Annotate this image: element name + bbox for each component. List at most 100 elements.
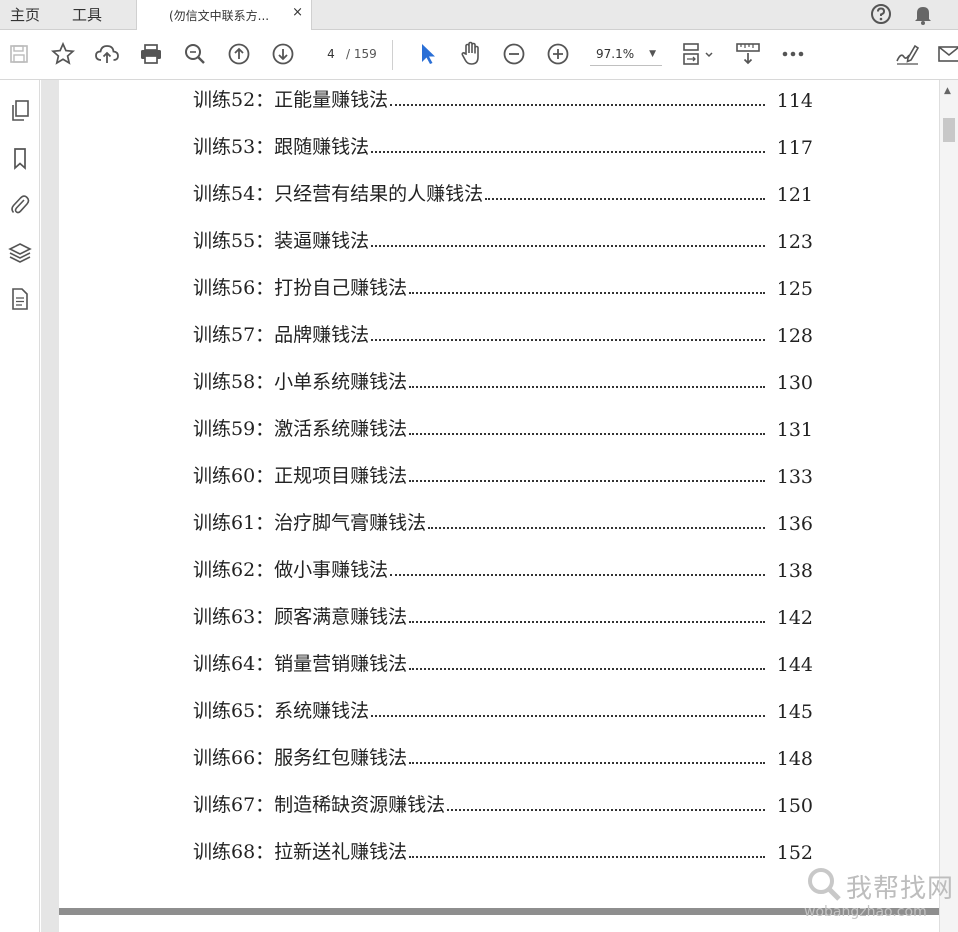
toc-entry[interactable]: 训练62：做小事赚钱法 138 bbox=[193, 556, 813, 582]
pdf-page: 训练52：正能量赚钱法 114 训练53：跟随赚钱法 117 训练54：只经营有结果的人… bbox=[59, 80, 939, 908]
toc-dot-leader bbox=[371, 150, 765, 153]
toc-dot-leader bbox=[371, 244, 765, 247]
toc-entry-page-number: 117 bbox=[776, 137, 813, 159]
toc-entry-title: 训练55：装逼赚钱法 bbox=[193, 230, 370, 252]
toc-entry-page-number: 121 bbox=[776, 184, 813, 206]
document-tab-title: (勿信文中联系方... bbox=[169, 9, 270, 23]
toc-dot-leader bbox=[409, 385, 765, 388]
document-properties-icon[interactable] bbox=[7, 286, 33, 312]
toc-entry-page-number: 133 bbox=[776, 466, 813, 488]
toc-entry-title: 训练62：做小事赚钱法 bbox=[193, 559, 389, 581]
scroll-up-icon[interactable]: ▲ bbox=[944, 86, 951, 96]
chevron-down-icon: ▼ bbox=[649, 49, 656, 59]
magnifier-logo-icon bbox=[804, 864, 844, 908]
attachments-icon[interactable] bbox=[7, 192, 33, 218]
toc-dot-leader bbox=[409, 479, 765, 482]
sign-icon[interactable] bbox=[894, 41, 920, 67]
toc-dot-leader bbox=[447, 808, 765, 811]
measure-icon[interactable] bbox=[735, 41, 761, 67]
hand-tool-icon[interactable] bbox=[458, 41, 484, 67]
toc-entry-title: 训练56：打扮自己赚钱法 bbox=[193, 277, 408, 299]
site-watermark: 我帮找网 wobangzhao.com bbox=[798, 862, 958, 932]
toc-entry[interactable]: 训练56：打扮自己赚钱法 125 bbox=[193, 274, 813, 300]
watermark-url: wobangzhao.com bbox=[804, 904, 927, 920]
bookmark-star-icon[interactable] bbox=[50, 41, 76, 67]
pages-thumbnail-icon[interactable] bbox=[7, 98, 33, 124]
tab-bar: 主页 工具 (勿信文中联系方... × bbox=[0, 0, 958, 30]
toc-entry-page-number: 130 bbox=[776, 372, 813, 394]
select-cursor-icon[interactable] bbox=[414, 41, 440, 67]
toc-entry-title: 训练65：系统赚钱法 bbox=[193, 700, 370, 722]
toc-dot-leader bbox=[390, 573, 765, 576]
toc-entry-page-number: 150 bbox=[776, 795, 813, 817]
upload-cloud-icon[interactable] bbox=[94, 41, 120, 67]
toc-dot-leader bbox=[371, 338, 765, 341]
toc-entry[interactable]: 训练59：激活系统赚钱法 131 bbox=[193, 415, 813, 441]
toc-entry-page-number: 144 bbox=[776, 654, 813, 676]
toc-dot-leader bbox=[390, 103, 765, 106]
zoom-in-icon[interactable] bbox=[545, 41, 571, 67]
toc-entry-page-number: 128 bbox=[776, 325, 813, 347]
scrollbar-thumb[interactable] bbox=[943, 118, 955, 142]
watermark-text: 我帮找网 bbox=[846, 874, 955, 904]
toc-dot-leader bbox=[409, 761, 765, 764]
toc-entry-title: 训练59：激活系统赚钱法 bbox=[193, 418, 408, 440]
document-tab[interactable]: (勿信文中联系方... × bbox=[136, 0, 312, 30]
tools-tab[interactable]: 工具 bbox=[72, 4, 102, 25]
toc-entry-title: 训练68：拉新送礼赚钱法 bbox=[193, 841, 408, 863]
mail-icon[interactable] bbox=[936, 41, 958, 67]
toc-entry-title: 训练64：销量营销赚钱法 bbox=[193, 653, 408, 675]
toc-entry[interactable]: 训练64：销量营销赚钱法 144 bbox=[193, 650, 813, 676]
toc-entry-page-number: 138 bbox=[776, 560, 813, 582]
toc-entry[interactable]: 训练61：治疗脚气膏赚钱法 136 bbox=[193, 509, 813, 535]
current-page-input[interactable]: 4 bbox=[318, 43, 344, 65]
toc-entry[interactable]: 训练58：小单系统赚钱法 130 bbox=[193, 368, 813, 394]
toc-entry[interactable]: 训练63：顾客满意赚钱法 142 bbox=[193, 603, 813, 629]
page-down-icon[interactable] bbox=[270, 41, 296, 67]
layers-icon[interactable] bbox=[7, 240, 33, 266]
zoom-level-select[interactable]: 97.1% ▼ bbox=[590, 43, 662, 66]
toc-entry[interactable]: 训练52：正能量赚钱法 114 bbox=[193, 86, 813, 112]
more-icon[interactable] bbox=[780, 41, 806, 67]
fit-page-icon[interactable] bbox=[680, 41, 716, 67]
toc-entry[interactable]: 训练68：拉新送礼赚钱法 152 bbox=[193, 838, 813, 864]
toc-entry-page-number: 148 bbox=[776, 748, 813, 770]
toc-dot-leader bbox=[409, 620, 765, 623]
toc-dot-leader bbox=[409, 432, 765, 435]
bell-icon[interactable] bbox=[912, 3, 934, 29]
toc-entry[interactable]: 训练53：跟随赚钱法 117 bbox=[193, 133, 813, 159]
toc-entry-page-number: 123 bbox=[776, 231, 813, 253]
toc-entry-title: 训练66：服务红包赚钱法 bbox=[193, 747, 408, 769]
help-icon[interactable] bbox=[870, 3, 892, 29]
toc-entry-title: 训练63：顾客满意赚钱法 bbox=[193, 606, 408, 628]
toc-entry-page-number: 145 bbox=[776, 701, 813, 723]
toc-entry-title: 训练61：治疗脚气膏赚钱法 bbox=[193, 512, 427, 534]
toc-entry[interactable]: 训练67：制造稀缺资源赚钱法 150 bbox=[193, 791, 813, 817]
toolbar-divider bbox=[392, 40, 393, 70]
home-tab[interactable]: 主页 bbox=[10, 4, 40, 25]
bookmarks-icon[interactable] bbox=[7, 146, 33, 172]
zoom-out-icon[interactable] bbox=[501, 41, 527, 67]
toc-entry[interactable]: 训练57：品牌赚钱法 128 bbox=[193, 321, 813, 347]
toc-entry-title: 训练54：只经营有结果的人赚钱法 bbox=[193, 183, 484, 205]
zoom-search-icon[interactable] bbox=[182, 41, 208, 67]
toc-entry-page-number: 152 bbox=[776, 842, 813, 864]
toc-entry-title: 训练60：正规项目赚钱法 bbox=[193, 465, 408, 487]
page-up-icon[interactable] bbox=[226, 41, 252, 67]
print-icon[interactable] bbox=[138, 41, 164, 67]
total-pages-label: / 159 bbox=[346, 47, 377, 61]
toc-entry[interactable]: 训练60：正规项目赚钱法 133 bbox=[193, 462, 813, 488]
close-tab-button[interactable]: × bbox=[292, 5, 303, 20]
save-icon[interactable] bbox=[6, 41, 32, 67]
toc-dot-leader bbox=[409, 667, 765, 670]
toc-entry[interactable]: 训练54：只经营有结果的人赚钱法 121 bbox=[193, 180, 813, 206]
toc-entry[interactable]: 训练65：系统赚钱法 145 bbox=[193, 697, 813, 723]
toc-entry-title: 训练52：正能量赚钱法 bbox=[193, 89, 389, 111]
vertical-scrollbar[interactable]: ▲ bbox=[939, 80, 958, 932]
toc-entry[interactable]: 训练55：装逼赚钱法 123 bbox=[193, 227, 813, 253]
toc-entry[interactable]: 训练66：服务红包赚钱法 148 bbox=[193, 744, 813, 770]
document-view[interactable]: 训练52：正能量赚钱法 114 训练53：跟随赚钱法 117 训练54：只经营有结果的人… bbox=[41, 80, 939, 932]
toc-dot-leader bbox=[409, 855, 765, 858]
toc-dot-leader bbox=[409, 291, 765, 294]
toc-entry-page-number: 136 bbox=[776, 513, 813, 535]
